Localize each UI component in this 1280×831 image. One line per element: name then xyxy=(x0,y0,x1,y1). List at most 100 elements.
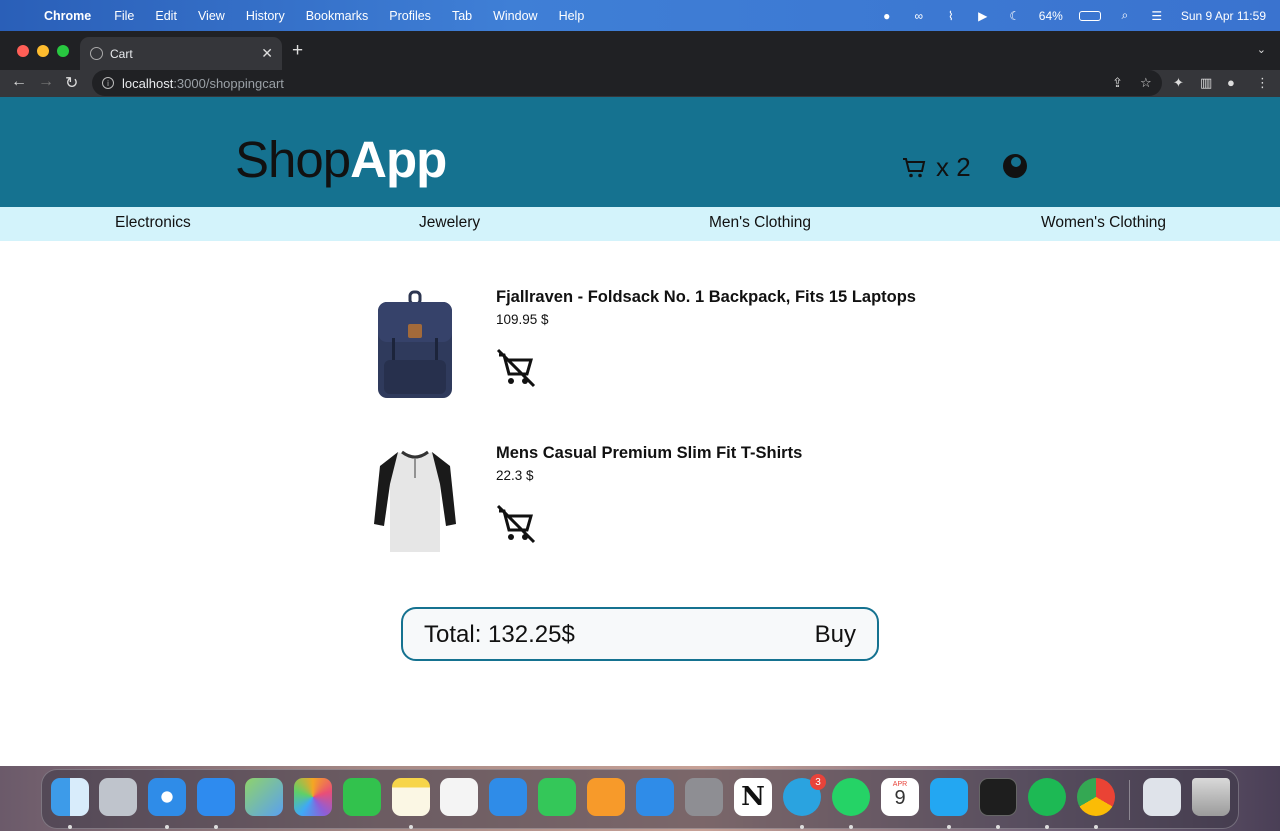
photos-icon[interactable] xyxy=(294,778,332,816)
profile-icon[interactable]: ● xyxy=(1227,75,1235,90)
side-panel-icon[interactable]: ▥ xyxy=(1200,75,1212,91)
terminal-icon[interactable] xyxy=(979,778,1017,816)
item-price: 109.95 $ xyxy=(496,312,549,327)
forward-arrow-icon[interactable]: → xyxy=(38,73,54,91)
running-indicator xyxy=(1094,825,1098,829)
logo-app-text: App xyxy=(350,131,447,188)
facetime-icon[interactable] xyxy=(343,778,381,816)
url-host: localhost xyxy=(122,75,174,91)
telegram-badge: 3 xyxy=(810,774,826,790)
vscode-icon[interactable] xyxy=(930,778,968,816)
window-controls xyxy=(17,45,69,57)
minimize-window-button[interactable] xyxy=(37,45,49,57)
url-path: :3000/shoppingcart xyxy=(173,75,284,91)
cart-icon xyxy=(903,157,926,177)
launchpad-icon[interactable] xyxy=(99,778,137,816)
browser-tab-strip: Cart ✕ + ⌄ xyxy=(0,31,1280,70)
menu-edit[interactable]: Edit xyxy=(155,9,177,23)
menu-bookmarks[interactable]: Bookmarks xyxy=(306,9,369,23)
notes-icon[interactable] xyxy=(392,778,430,816)
cart-indicator[interactable]: x 2 xyxy=(902,152,971,183)
downloads-stack-icon[interactable] xyxy=(1143,778,1181,816)
running-indicator xyxy=(947,825,951,829)
close-window-button[interactable] xyxy=(17,45,29,57)
moon-icon[interactable]: ☾ xyxy=(1007,9,1023,23)
chrome-icon[interactable] xyxy=(1077,778,1115,816)
menu-file[interactable]: File xyxy=(114,9,134,23)
backpack-product-image xyxy=(378,290,452,398)
battery-icon[interactable] xyxy=(1078,10,1101,21)
globe-icon xyxy=(90,47,103,60)
menu-history[interactable]: History xyxy=(246,9,285,23)
paperclip-icon[interactable]: ⌇ xyxy=(943,9,959,23)
desktop-wallpaper: N 3 APR 9 xyxy=(0,766,1280,831)
running-indicator xyxy=(409,825,413,829)
back-arrow-icon[interactable]: ← xyxy=(11,73,27,91)
cart-item: Fjallraven - Foldsack No. 1 Backpack, Fi… xyxy=(370,288,970,418)
close-tab-icon[interactable]: ✕ xyxy=(261,45,273,62)
macos-dock: N 3 APR 9 xyxy=(41,769,1239,829)
item-price: 22.3 $ xyxy=(496,468,534,483)
site-logo[interactable]: ShopApp xyxy=(235,130,447,189)
menu-profiles[interactable]: Profiles xyxy=(389,9,431,23)
theme-toggle-icon[interactable] xyxy=(1003,154,1027,178)
numbers-icon[interactable] xyxy=(538,778,576,816)
remove-from-cart-icon[interactable] xyxy=(496,348,536,388)
safari-icon[interactable] xyxy=(148,778,186,816)
new-tab-icon[interactable]: + xyxy=(292,40,303,62)
category-mens-clothing[interactable]: Men's Clothing xyxy=(709,214,811,232)
pages-icon[interactable] xyxy=(587,778,625,816)
whatsapp-icon[interactable] xyxy=(832,778,870,816)
buy-button[interactable]: Buy xyxy=(815,621,856,649)
menu-help[interactable]: Help xyxy=(559,9,585,23)
system-settings-icon[interactable] xyxy=(685,778,723,816)
play-circle-icon[interactable]: ▶ xyxy=(975,9,991,23)
menu-tab[interactable]: Tab xyxy=(452,9,472,23)
status-app-icon[interactable]: ● xyxy=(879,9,895,23)
glasses-icon[interactable]: ∞ xyxy=(911,9,927,23)
category-womens-clothing[interactable]: Women's Clothing xyxy=(1041,214,1166,232)
share-icon[interactable]: ⇪ xyxy=(1112,75,1123,91)
menu-clock[interactable]: Sun 9 Apr 11:59 xyxy=(1181,9,1266,23)
control-center-icon[interactable]: ☰ xyxy=(1149,9,1165,23)
maps-icon[interactable] xyxy=(245,778,283,816)
calendar-icon[interactable]: APR 9 xyxy=(881,778,919,816)
cart-item: Mens Casual Premium Slim Fit T-Shirts 22… xyxy=(370,444,970,574)
address-bar[interactable]: i localhost:3000/shoppingcart xyxy=(92,70,1162,96)
item-title[interactable]: Fjallraven - Foldsack No. 1 Backpack, Fi… xyxy=(496,288,916,307)
finder-icon[interactable] xyxy=(51,778,89,816)
notion-icon[interactable]: N xyxy=(734,778,772,816)
keynote-icon[interactable] xyxy=(489,778,527,816)
reload-icon[interactable]: ↻ xyxy=(65,73,78,93)
menu-window[interactable]: Window xyxy=(493,9,537,23)
battery-percentage[interactable]: 64% xyxy=(1039,9,1063,23)
trash-icon[interactable] xyxy=(1192,778,1230,816)
spotify-icon[interactable] xyxy=(1028,778,1066,816)
extensions-icon[interactable]: ✦ xyxy=(1173,75,1184,91)
info-icon[interactable]: i xyxy=(102,77,114,89)
category-electronics[interactable]: Electronics xyxy=(115,214,191,232)
dock-separator xyxy=(1129,780,1130,820)
item-title[interactable]: Mens Casual Premium Slim Fit T-Shirts xyxy=(496,444,802,463)
app-store-icon[interactable] xyxy=(636,778,674,816)
cart-total-bar: Total: 132.25$ Buy xyxy=(401,607,879,661)
menu-view[interactable]: View xyxy=(198,9,225,23)
browser-tab[interactable]: Cart ✕ xyxy=(80,37,282,70)
menu-app-name[interactable]: Chrome xyxy=(44,9,91,23)
spotlight-search-icon[interactable]: ⌕ xyxy=(1117,8,1133,23)
running-indicator xyxy=(1045,825,1049,829)
bookmark-star-icon[interactable]: ☆ xyxy=(1140,75,1152,91)
mail-icon[interactable] xyxy=(197,778,235,816)
tab-search-chevron-icon[interactable]: ⌄ xyxy=(1257,43,1266,56)
more-menu-icon[interactable]: ⋮ xyxy=(1256,75,1269,91)
category-jewelery[interactable]: Jewelery xyxy=(419,214,480,232)
zoom-window-button[interactable] xyxy=(57,45,69,57)
cart-total: Total: 132.25$ xyxy=(424,621,575,648)
running-indicator xyxy=(849,825,853,829)
remove-from-cart-icon[interactable] xyxy=(496,504,536,544)
running-indicator xyxy=(800,825,804,829)
running-indicator xyxy=(68,825,72,829)
running-indicator xyxy=(165,825,169,829)
running-indicator xyxy=(214,825,218,829)
freeform-icon[interactable] xyxy=(440,778,478,816)
